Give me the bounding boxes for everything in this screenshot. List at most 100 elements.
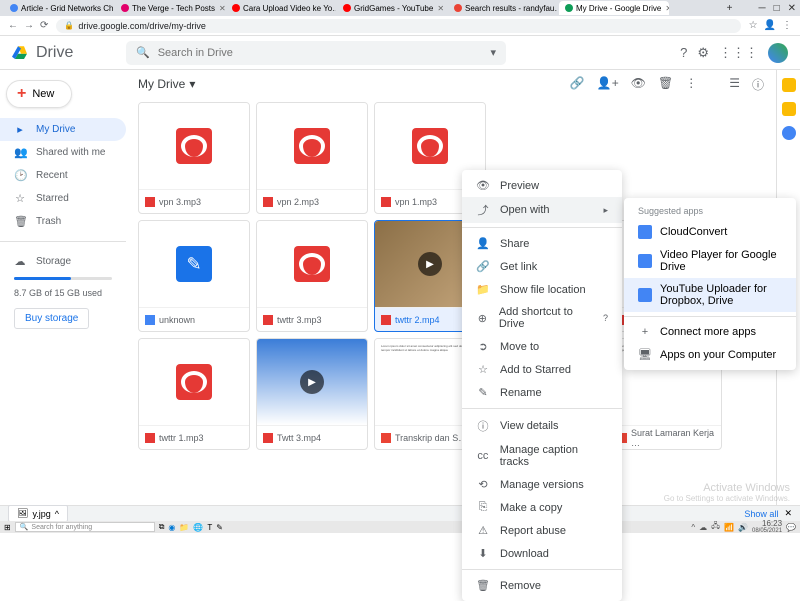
settings-icon[interactable]: ⚙ [697,45,709,61]
nav-icon: 🗑 [14,215,26,228]
menu-item[interactable]: ⓘView details [462,413,622,439]
help-icon[interactable]: ? [680,45,687,60]
menu-item[interactable]: ✎Rename [462,381,622,404]
menu-item[interactable]: 👁Preview [462,174,622,197]
sidebar-item[interactable]: ▸My Drive [0,118,126,141]
tray-network-icon[interactable]: 🖧 [711,520,720,534]
submenu-app[interactable]: Video Player for Google Drive [624,244,796,278]
drive-logo[interactable]: Drive [12,44,126,62]
help-icon[interactable]: ? [603,313,608,323]
info-icon[interactable]: ⓘ [752,76,764,93]
download-chip[interactable]: 🖼 y.jpg ^ [8,505,68,522]
url-field[interactable]: 🔒 drive.google.com/drive/my-drive [56,19,740,33]
app-icon[interactable]: T [207,523,212,532]
file-card[interactable]: vpn 3.mp3 [138,102,250,214]
taskbar: ⊞ 🔍 Search for anything ⧉ ◉ 📁 🌐 T ✎ ^ ☁ … [0,521,800,533]
add-user-icon[interactable]: 👤+ [597,76,619,93]
tray-wifi-icon[interactable]: 📶 [724,523,734,532]
chrome-icon[interactable]: 🌐 [193,523,203,532]
window-maximize[interactable]: □ [774,3,780,14]
tasks-icon[interactable] [782,126,796,140]
search-input[interactable] [158,47,491,59]
nav-back-icon[interactable]: ← [8,20,18,31]
menu-item[interactable]: ⚠Report abuse [462,519,622,542]
menu-item[interactable]: ➲Move to [462,335,622,358]
tray-volume-icon[interactable]: 🔊 [738,523,748,532]
menu-item[interactable]: 📁Show file location [462,278,622,301]
tray-notifications-icon[interactable]: 💬 [786,523,796,532]
audio-icon [412,128,448,164]
submenu-footer-item[interactable]: 🖥Apps on your Computer [624,343,796,366]
tab-close-icon[interactable]: ✕ [665,4,669,13]
trash-icon[interactable]: 🗑 [658,76,673,93]
file-card[interactable]: twttr 3.mp3 [256,220,368,332]
more-icon[interactable]: ⋮ [685,76,697,93]
nav-reload-icon[interactable]: ⟳ [40,20,48,31]
menu-item[interactable]: 🔗Get link [462,255,622,278]
explorer-icon[interactable]: 📁 [179,523,189,532]
taskbar-search[interactable]: 🔍 Search for anything [15,522,155,532]
menu-item[interactable]: 👤Share [462,232,622,255]
preview-icon[interactable]: 👁 [631,76,646,93]
share-icon[interactable]: 🔗 [570,76,585,93]
menu-item[interactable]: ⊕Add shortcut to Drive? [462,301,622,335]
edge-icon[interactable]: ◉ [168,523,175,532]
menu-item[interactable]: 🗑Remove [462,574,622,597]
menu-item[interactable]: ⟲Manage versions [462,473,622,496]
avatar[interactable] [768,43,788,63]
app-icon-2[interactable]: ✎ [216,523,223,532]
file-type-icon [381,433,391,443]
keep-icon[interactable] [782,102,796,116]
sidebar-item[interactable]: 👥Shared with me [0,141,126,164]
new-button[interactable]: + New [6,80,72,108]
browser-tab[interactable]: Cara Upload Video ke Yo…✕ [226,1,336,15]
menu-item[interactable]: ⎘Make a copy [462,496,622,519]
show-all-link[interactable]: Show all [744,509,778,519]
browser-tab[interactable]: Article - Grid Networks Ch…✕ [4,1,114,15]
tray-onedrive-icon[interactable]: ☁ [699,523,707,532]
browser-tab[interactable]: Search results - randyfau…✕ [448,1,558,15]
buy-storage-button[interactable]: Buy storage [14,308,89,329]
start-button[interactable]: ⊞ [4,523,11,532]
menu-icon: ⟲ [476,478,490,491]
breadcrumb[interactable]: My Drive ▾ [138,77,195,91]
sidebar-item[interactable]: ☆Starred [0,187,126,210]
apps-icon[interactable]: ⋮⋮⋮ [719,45,758,61]
window-close[interactable]: ✕ [788,3,796,14]
menu-item[interactable]: ☆Add to Starred [462,358,622,381]
submenu-app[interactable]: YouTube Uploader for Dropbox, Drive [624,278,796,312]
sidebar-storage[interactable]: ☁ Storage [0,250,126,273]
task-view-icon[interactable]: ⧉ [159,522,165,532]
file-card[interactable]: vpn 2.mp3 [256,102,368,214]
calendar-icon[interactable] [782,78,796,92]
menu-item[interactable]: ccManage caption tracks [462,439,622,473]
search-bar[interactable]: 🔍 ▾ [126,41,506,65]
search-options-icon[interactable]: ▾ [490,46,496,59]
submenu-footer-item[interactable]: +Connect more apps [624,321,796,343]
window-minimize[interactable]: ─ [758,3,765,14]
file-card[interactable]: ▶Twtt 3.mp4 [256,338,368,450]
extensions-icon[interactable]: ☆ [749,20,758,31]
new-button-label: New [32,88,54,100]
browser-tab[interactable]: My Drive - Google Drive✕ [559,1,669,15]
list-view-icon[interactable]: ☰ [729,76,740,93]
app-label: YouTube Uploader for Dropbox, Drive [660,283,782,307]
file-card[interactable]: twttr 1.mp3 [138,338,250,450]
new-tab-button[interactable]: + [727,3,733,14]
tab-close-icon[interactable]: ✕ [437,4,444,13]
browser-tab[interactable]: The Verge - Tech Posts✕ [115,1,225,15]
browser-tab[interactable]: GridGames - YouTube✕ [337,1,447,15]
close-icon[interactable]: ✕ [784,508,792,519]
submenu-app[interactable]: CloudConvert [624,220,796,244]
browser-menu-icon[interactable]: ⋮ [782,20,792,31]
tab-close-icon[interactable]: ✕ [219,4,225,13]
tray-chevron-icon[interactable]: ^ [691,523,695,532]
file-card[interactable]: ✎unknown [138,220,250,332]
profile-icon[interactable]: 👤 [764,20,776,31]
drive-logo-icon [12,44,30,62]
menu-item[interactable]: ⬇Download [462,542,622,565]
nav-forward-icon[interactable]: → [24,20,34,31]
sidebar-item[interactable]: 🗑Trash [0,210,126,233]
sidebar-item[interactable]: 🕑Recent [0,164,126,187]
menu-item[interactable]: ⤴Open with▸ [462,197,622,223]
